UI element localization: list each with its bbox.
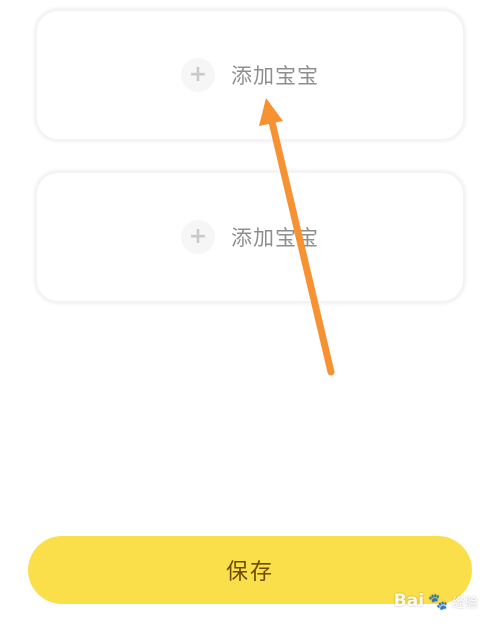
add-baby-label: 添加宝宝 [231, 226, 319, 250]
add-baby-label: 添加宝宝 [231, 64, 319, 88]
add-baby-row: + 添加宝宝 [181, 58, 319, 92]
add-baby-row: + 添加宝宝 [181, 220, 319, 254]
save-button-label: 保存 [225, 560, 274, 585]
paw-icon: 🐾 [428, 591, 448, 611]
add-baby-page: + 添加宝宝 + 添加宝宝 保存 Bai 🐾 经验 [0, 0, 500, 627]
baidu-watermark: Bai 🐾 经验 [394, 591, 478, 611]
add-baby-card-2[interactable]: + 添加宝宝 [36, 172, 464, 302]
watermark-suffix: 经验 [451, 595, 478, 611]
plus-icon: + [181, 220, 215, 254]
plus-icon: + [181, 58, 215, 92]
add-baby-card-1[interactable]: + 添加宝宝 [36, 10, 464, 140]
watermark-text: Bai [393, 591, 425, 611]
